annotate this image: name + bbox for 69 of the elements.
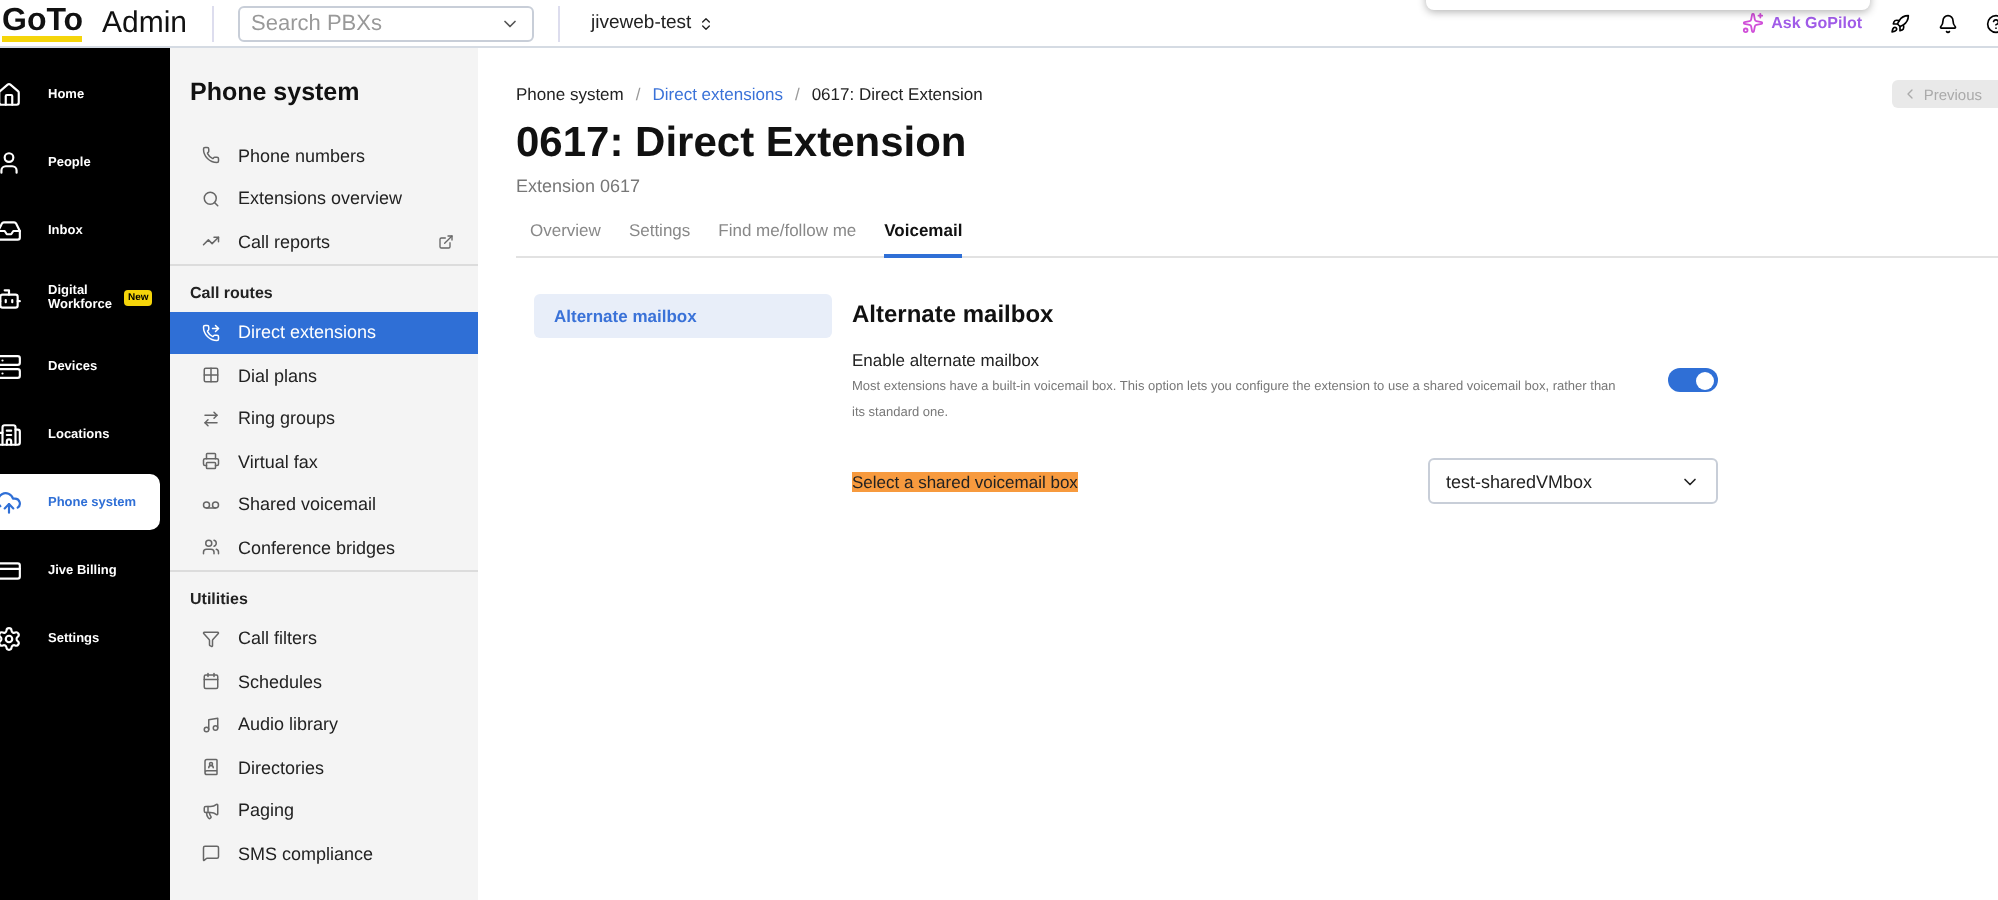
sidebar-item[interactable]: SMS compliance xyxy=(170,832,478,875)
sidebar-item[interactable]: Conference bridges xyxy=(170,526,478,569)
printer-icon xyxy=(202,452,220,471)
voicemail-icon xyxy=(202,495,220,514)
filter-icon xyxy=(202,629,220,648)
server-icon xyxy=(0,353,22,379)
sidebar-item[interactable]: Ring groups xyxy=(170,397,478,440)
sidebar-item[interactable]: Dial plans xyxy=(170,354,478,397)
section-heading: Alternate mailbox xyxy=(852,300,1056,328)
breadcrumb-separator: / xyxy=(794,84,800,104)
select-label: Select a shared voicemail box xyxy=(852,471,1078,491)
sidebar-item[interactable]: Shared voicemail xyxy=(170,483,478,526)
robot-icon xyxy=(0,285,22,311)
sidebar-title: Phone system xyxy=(188,76,362,110)
tab[interactable]: Overview xyxy=(530,212,601,258)
sidebar-item[interactable]: Extensions overview xyxy=(170,177,478,220)
music-icon xyxy=(202,715,220,734)
card-icon xyxy=(0,557,22,583)
trend-icon xyxy=(202,232,220,251)
sidebar-item[interactable]: Directories xyxy=(170,746,478,789)
cloud-icon xyxy=(0,489,22,515)
sidebar-item[interactable]: Schedules xyxy=(170,660,478,703)
phone-icon xyxy=(202,146,220,165)
sidebar-item[interactable]: Virtual fax xyxy=(170,440,478,483)
assistant-button[interactable]: Ask GoPilot xyxy=(1741,12,1862,34)
message-icon xyxy=(202,844,220,863)
people-icon xyxy=(202,538,220,557)
phone-forward-icon xyxy=(202,323,220,342)
person-icon xyxy=(0,149,22,175)
tab[interactable]: Find me/follow me xyxy=(718,212,857,258)
rocket-icon xyxy=(1890,13,1910,33)
breadcrumb-item: 0617: Direct Extension xyxy=(811,84,983,104)
notifications-button[interactable] xyxy=(1938,13,1958,33)
sidebar-item[interactable]: Audio library xyxy=(170,703,478,746)
toggle-switch[interactable] xyxy=(1668,368,1718,392)
section-heading: Utilities xyxy=(188,587,250,611)
sparkle-icon xyxy=(1741,12,1764,34)
calendar-icon xyxy=(202,672,220,691)
page-subtitle: Extension 0617 xyxy=(516,176,643,196)
bell-icon xyxy=(1938,13,1958,33)
breadcrumb-link[interactable]: Direct extensions xyxy=(652,84,783,104)
section-heading: Call routes xyxy=(188,281,275,305)
contact-book-icon xyxy=(202,758,220,777)
sidebar-item[interactable]: Call filters xyxy=(170,617,478,660)
logo: GoTo xyxy=(2,5,82,41)
sidebar-item[interactable]: Direct extensions xyxy=(170,311,478,354)
breadcrumb-separator: / xyxy=(635,84,641,104)
house-icon xyxy=(0,81,22,107)
account-switcher[interactable]: jiveweb-test xyxy=(591,12,714,34)
page-title: 0617: Direct Extension xyxy=(516,120,969,168)
arrows-icon xyxy=(202,409,220,428)
submenu-item[interactable]: Alternate mailbox xyxy=(534,294,832,338)
breadcrumb-item: Phone system xyxy=(516,84,624,104)
tab[interactable]: Voicemail xyxy=(884,212,963,258)
mailbox-select[interactable]: test-sharedVMbox xyxy=(1428,458,1718,504)
building-icon xyxy=(0,421,22,447)
inbox-icon xyxy=(0,217,22,243)
megaphone-icon xyxy=(202,801,220,820)
toggle-label: Enable alternate mailbox xyxy=(852,350,1042,370)
search-icon xyxy=(202,189,220,208)
sidebar-item[interactable]: Paging xyxy=(170,789,478,832)
grid-icon xyxy=(202,366,220,385)
settings-icon xyxy=(0,625,22,651)
up-down-icon xyxy=(697,15,714,31)
rocket-button[interactable] xyxy=(1890,13,1910,33)
tab[interactable]: Settings xyxy=(628,212,691,258)
sidebar-item[interactable]: Call reports xyxy=(170,220,478,263)
product-name: Admin xyxy=(102,6,188,40)
sidebar-item[interactable]: Phone numbers xyxy=(170,134,478,177)
